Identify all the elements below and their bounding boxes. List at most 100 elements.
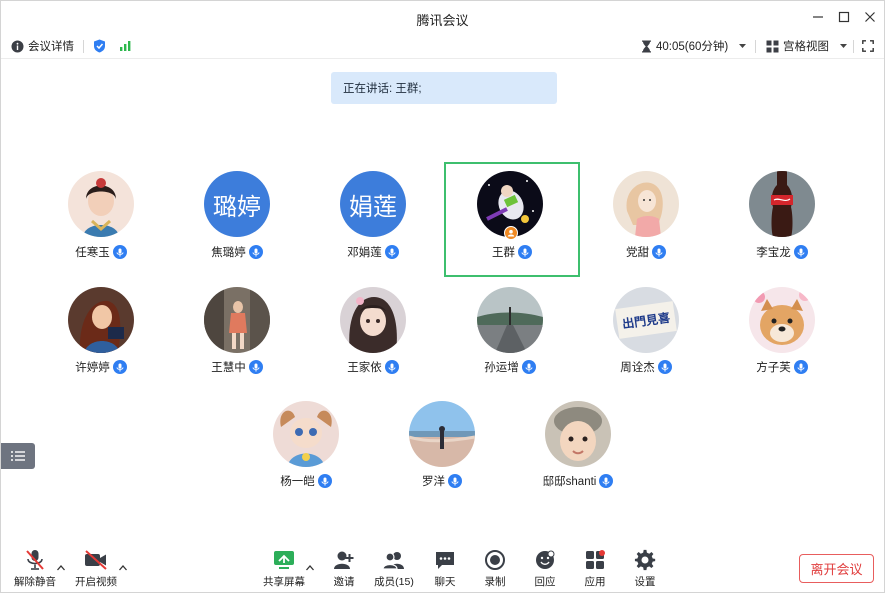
avatar-dog-photo[interactable] (749, 287, 815, 353)
avatar-baby-photo[interactable] (545, 401, 611, 467)
speaking-text: 正在讲话: 王群; (343, 83, 422, 95)
info-icon (11, 40, 24, 52)
microphone-icon (112, 360, 127, 374)
view-mode-button[interactable]: 宫格视图 (766, 37, 848, 55)
unmute-label: 解除静音 (14, 576, 56, 588)
participant-name: 邓娟莲 (347, 247, 382, 259)
avatar-initials: 璐婷 (213, 192, 261, 221)
avatar-text[interactable]: 璐婷 (204, 171, 270, 237)
chat-label: 聊天 (434, 576, 456, 588)
gear-icon (621, 548, 669, 572)
invite-button[interactable]: 邀请 (320, 548, 368, 589)
microphone-icon (793, 245, 808, 259)
members-icon (370, 548, 418, 572)
participant-name: 任寒玉 (75, 247, 110, 259)
participant-label: 王慧中 (192, 359, 282, 375)
fullscreen-icon (862, 40, 874, 52)
participant-name: 王群 (492, 247, 515, 259)
avatar-toy-doll[interactable] (273, 401, 339, 467)
meeting-details-button[interactable]: 会议详情 (11, 37, 74, 55)
participant-name: 罗洋 (422, 476, 445, 488)
participant-list-toggle[interactable] (1, 443, 35, 469)
avatar-illustration-girl[interactable] (613, 171, 679, 237)
microphone-icon (657, 360, 672, 374)
microphone-icon (112, 245, 127, 259)
maximize-button[interactable] (833, 7, 855, 27)
participant-name: 焦璐婷 (211, 247, 246, 259)
security-shield-button[interactable] (93, 37, 106, 55)
record-button[interactable]: 录制 (471, 548, 519, 589)
unmute-button[interactable]: 解除静音 (11, 548, 59, 589)
avatar-beach-photo[interactable] (409, 401, 475, 467)
camera-off-icon (72, 548, 120, 572)
close-button[interactable] (859, 7, 881, 27)
share-screen-label: 共享屏幕 (263, 576, 305, 588)
divider (83, 40, 84, 53)
participant-label: 王家依 (328, 359, 418, 375)
view-mode-label: 宫格视图 (783, 41, 829, 53)
share-screen-button[interactable]: 共享屏幕 (260, 548, 308, 589)
settings-button[interactable]: 设置 (621, 548, 669, 589)
apps-button[interactable]: 应用 (571, 548, 619, 589)
avatar-portrait-illustration[interactable] (68, 171, 134, 237)
list-icon (11, 451, 25, 461)
reactions-button[interactable]: 回应 (521, 548, 569, 589)
meeting-details-label: 会议详情 (28, 41, 74, 53)
meeting-window: 腾讯会议 会议详情 40:05(60分钟) 宫格视图 正在讲话: 王群; 任寒玉… (0, 0, 885, 593)
participant-label: 邓娟莲 (328, 244, 418, 260)
participant-label: 方子芙 (737, 359, 827, 375)
fullscreen-button[interactable] (862, 37, 874, 55)
avatar-text[interactable]: 娟莲 (340, 171, 406, 237)
leave-meeting-label: 离开会议 (810, 562, 863, 577)
leave-meeting-button[interactable]: 离开会议 (799, 554, 874, 583)
avatar-photo-girl[interactable] (340, 287, 406, 353)
microphone-icon (599, 474, 614, 488)
meeting-timer[interactable]: 40:05(60分钟) (641, 37, 747, 55)
title-bar[interactable]: 腾讯会议 (1, 1, 884, 33)
participant-name: 许婷婷 (75, 362, 110, 374)
close-icon (865, 12, 875, 22)
minimize-button[interactable] (807, 7, 829, 27)
timer-text: 40:05(60分钟) (656, 41, 729, 53)
chevron-down-icon (739, 44, 747, 48)
grid-view-icon (766, 40, 779, 52)
participant-name: 杨一皑 (280, 476, 315, 488)
chevron-up-icon[interactable] (118, 563, 128, 573)
avatar-photo-person[interactable] (204, 287, 270, 353)
participant-label: 罗洋 (397, 473, 487, 489)
participant-label: 党甜 (601, 244, 691, 260)
meeting-info-bar: 会议详情 40:05(60分钟) 宫格视图 (1, 33, 884, 59)
chevron-up-icon[interactable] (305, 563, 315, 573)
invite-label: 邀请 (333, 576, 355, 588)
microphone-icon (384, 245, 399, 259)
reactions-label: 回应 (534, 576, 556, 588)
members-label: 成员(15) (374, 576, 414, 588)
hourglass-icon (642, 40, 651, 52)
host-badge-icon (504, 226, 518, 240)
avatar-cartoon-princess[interactable] (68, 287, 134, 353)
members-button[interactable]: 成员(15) (370, 548, 418, 589)
participant-label: 任寒玉 (56, 244, 146, 260)
apps-label: 应用 (584, 576, 606, 588)
microphone-icon (384, 360, 399, 374)
record-icon (471, 548, 519, 572)
invite-user-icon (320, 548, 368, 572)
chevron-up-icon[interactable] (56, 563, 66, 573)
microphone-muted-icon (11, 548, 59, 572)
avatar-sign-text[interactable]: 出門見喜 (613, 287, 679, 353)
divider (853, 40, 854, 53)
chat-button[interactable]: 聊天 (421, 548, 469, 589)
avatar-initials: 娟莲 (349, 192, 397, 221)
participant-name: 党甜 (626, 247, 649, 259)
participant-name: 王慧中 (211, 362, 246, 374)
avatar-road-landscape[interactable] (477, 287, 543, 353)
microphone-icon (518, 245, 532, 259)
start-video-button[interactable]: 开启视频 (72, 548, 120, 589)
participant-name: 王家依 (347, 362, 382, 374)
network-signal-button[interactable] (119, 37, 132, 55)
chat-icon (421, 548, 469, 572)
microphone-icon (317, 474, 332, 488)
avatar-cola-bottle[interactable] (749, 171, 815, 237)
participant-name: 周诠杰 (620, 362, 655, 374)
speaking-indicator: 正在讲话: 王群; (331, 72, 557, 104)
